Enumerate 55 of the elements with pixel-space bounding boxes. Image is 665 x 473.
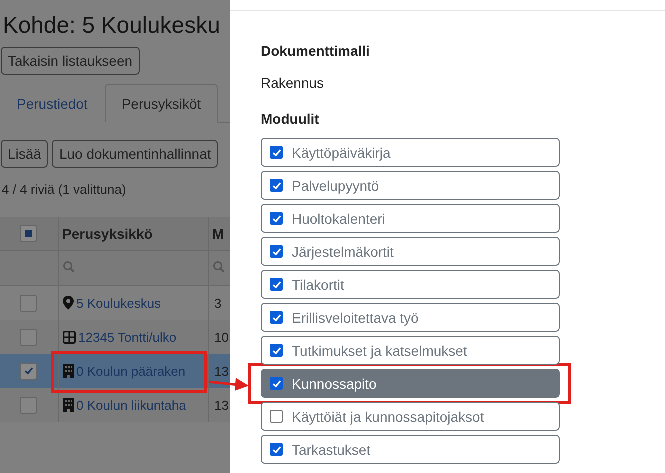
module-option[interactable]: Tarkastukset	[261, 435, 560, 464]
check-icon	[272, 280, 282, 290]
module-option[interactable]: Kunnossapito	[261, 369, 560, 398]
module-checkbox[interactable]	[270, 278, 283, 291]
module-option[interactable]: Palvelupyyntö	[261, 171, 560, 200]
row-checkbox[interactable]	[20, 328, 38, 346]
module-option[interactable]: Käyttöpäiväkirja	[261, 138, 560, 167]
action-button[interactable]: Lisää	[1, 140, 48, 168]
select-all-checkbox[interactable]	[20, 225, 38, 242]
row-count: 4 / 4 riviä (1 valittuna)	[2, 182, 128, 197]
module-checkbox[interactable]	[270, 146, 283, 159]
row-checkbox[interactable]	[20, 362, 38, 380]
grid-icon	[62, 330, 76, 344]
module-checkbox[interactable]	[270, 212, 283, 225]
table-cell: 13	[214, 364, 229, 378]
row-checkbox[interactable]	[20, 294, 38, 312]
unit-link[interactable]: 5 Koulukeskus	[76, 296, 162, 310]
module-option[interactable]: Tutkimukset ja katselmukset	[261, 336, 560, 365]
module-checkbox[interactable]	[270, 443, 283, 456]
module-checkbox[interactable]	[270, 245, 283, 258]
tab[interactable]: Perusyksiköt	[104, 84, 218, 123]
table-cell: 13	[214, 398, 229, 412]
table-cell: 3	[214, 296, 222, 310]
page-title: Kohde: 5 Koulukesku	[3, 12, 222, 39]
back-button[interactable]: Takaisin listaukseen	[1, 47, 140, 75]
action-button[interactable]: Luo dokumentinhallinnat	[52, 140, 218, 168]
module-checkbox[interactable]	[270, 377, 283, 390]
module-option[interactable]: Järjestelmäkortit	[261, 237, 560, 266]
check-icon	[272, 378, 282, 388]
module-checkbox[interactable]	[270, 179, 283, 192]
check-icon	[272, 444, 282, 454]
module-option[interactable]: Käyttöiät ja kunnossapitojaksot	[261, 402, 560, 431]
module-option[interactable]: Erillisveloitettava työ	[261, 303, 560, 332]
check-icon	[272, 312, 282, 322]
building-icon	[62, 398, 74, 412]
module-checkbox[interactable]	[270, 344, 283, 357]
check-icon	[272, 148, 282, 158]
section-label: Dokumenttimalli	[261, 43, 371, 59]
column-header: Perusyksikkö	[62, 226, 153, 242]
table-cell: 10	[214, 330, 229, 344]
building-icon	[62, 364, 74, 378]
row-checkbox[interactable]	[20, 396, 38, 414]
module-option[interactable]: Tilakortit	[261, 270, 560, 299]
check-icon	[24, 366, 34, 376]
check-icon	[272, 180, 282, 190]
module-option[interactable]: Huoltokalenteri	[261, 204, 560, 233]
check-icon	[272, 346, 282, 356]
template-value: Rakennus	[261, 75, 326, 91]
section-label: Moduulit	[261, 111, 320, 127]
module-checkbox[interactable]	[270, 311, 283, 324]
check-icon	[272, 246, 282, 256]
column-header: M	[212, 226, 224, 242]
check-icon	[272, 214, 282, 224]
map-pin-icon	[62, 296, 74, 310]
module-checkbox[interactable]	[270, 410, 283, 423]
